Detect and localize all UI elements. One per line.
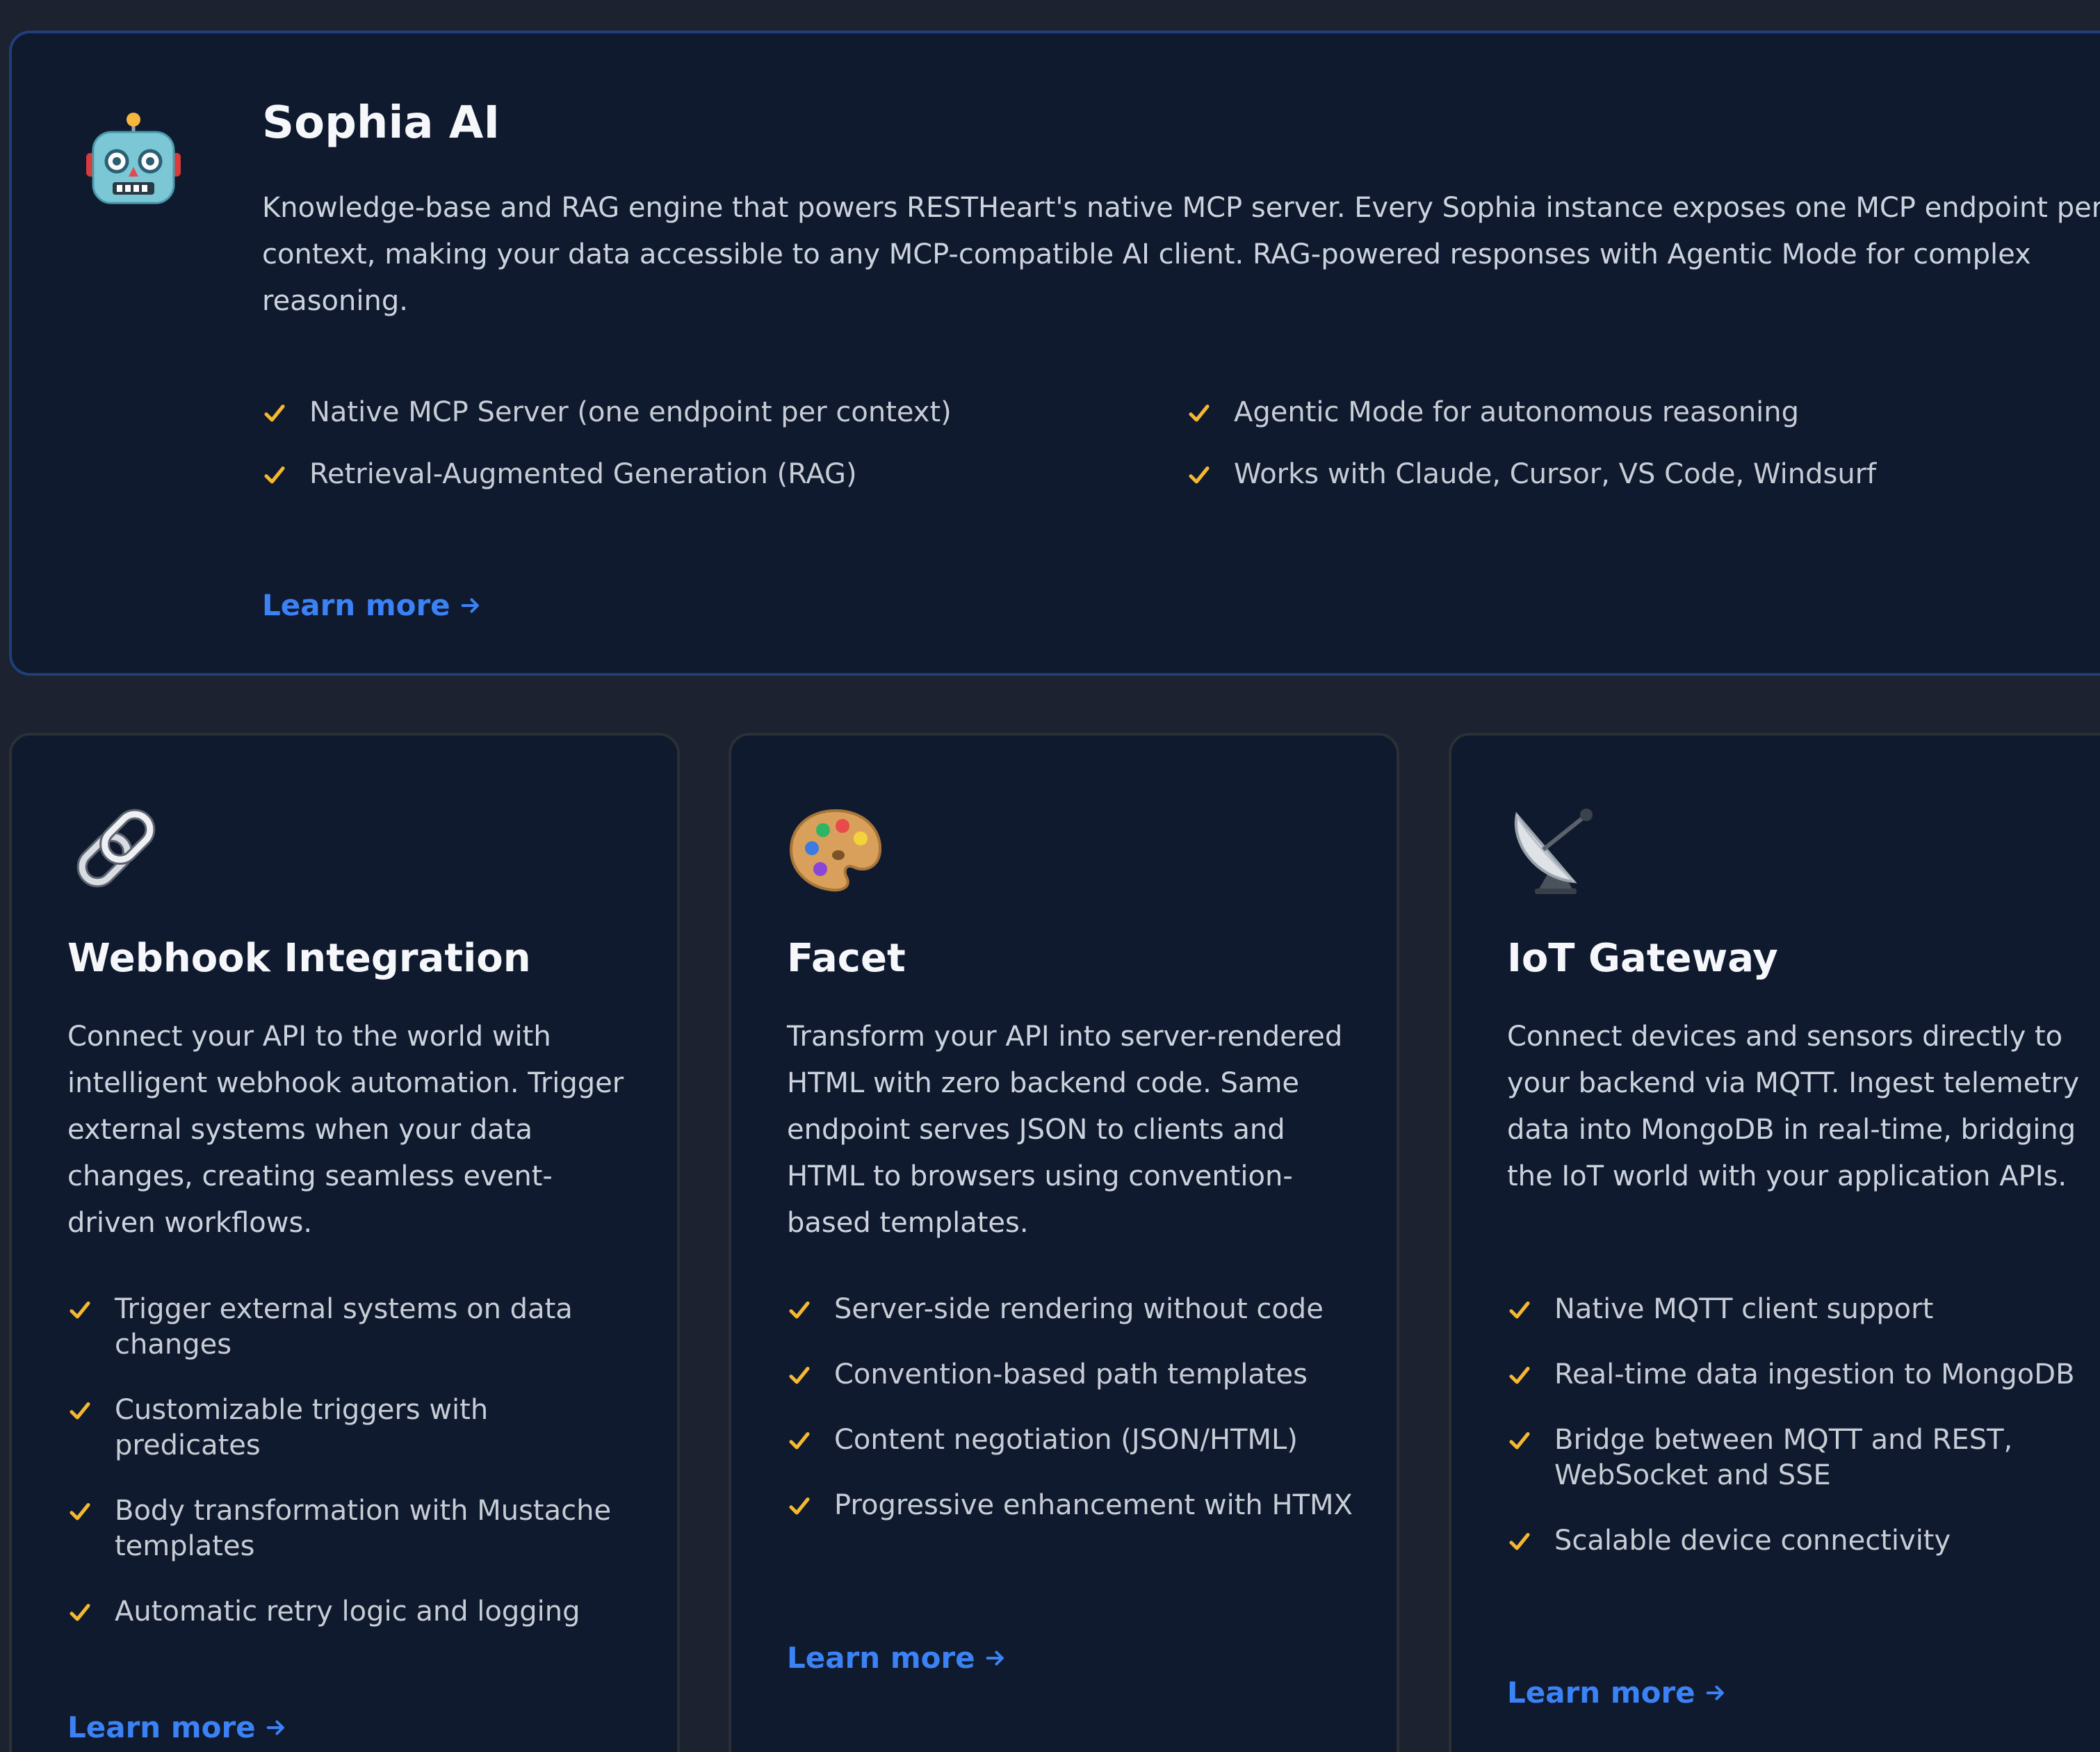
link-icon — [67, 800, 165, 897]
checkmark-icon — [787, 1422, 812, 1458]
card-title: Facet — [787, 936, 906, 981]
card-description: Connect your API to the world with intel… — [67, 1021, 624, 1239]
checkmark-icon — [787, 1488, 812, 1523]
feature-text: Server-side rendering without code — [834, 1293, 1324, 1325]
feature-item: Customizable triggers with predicates — [67, 1393, 637, 1463]
feature-item: Trigger external systems on data changes — [67, 1292, 637, 1363]
feature-item: Real-time data ingestion to MongoDB — [1507, 1357, 2091, 1393]
feature-text: Automatic retry logic and logging — [115, 1596, 580, 1628]
checkmark-icon — [1187, 395, 1212, 430]
feature-text: Native MQTT client support — [1554, 1293, 1934, 1325]
featured-card-sophia-ai: Sophia AI Knowledge-base and RAG engine … — [9, 31, 2100, 676]
feature-item: Native MCP Server (one endpoint per cont… — [262, 395, 1187, 430]
feature-item: Automatic retry logic and logging — [67, 1594, 637, 1630]
feature-item: Native MQTT client support — [1507, 1292, 2091, 1327]
checkmark-icon — [1507, 1523, 1532, 1559]
product-card-iot-gateway: IoT Gateway Connect devices and sensors … — [1449, 733, 2100, 1752]
feature-item: Body transformation with Mustache templa… — [67, 1493, 637, 1564]
feature-item: Convention-based path templates — [787, 1357, 1357, 1393]
product-card-webhook-integration: Webhook Integration Connect your API to … — [9, 733, 680, 1752]
feature-list: Trigger external systems on data changes… — [67, 1292, 637, 1630]
card-title: Sophia AI — [262, 97, 500, 149]
feature-text: Progressive enhancement with HTMX — [834, 1489, 1353, 1521]
checkmark-icon — [67, 1292, 92, 1327]
arrow-right-icon — [459, 594, 482, 617]
feature-text: Customizable triggers with predicates — [115, 1394, 489, 1461]
feature-text: Body transformation with Mustache templa… — [115, 1495, 612, 1562]
palette-icon — [787, 800, 884, 897]
learn-more-link[interactable]: Learn more — [262, 588, 482, 622]
feature-text: Agentic Mode for autonomous reasoning — [1234, 396, 1800, 428]
learn-more-link[interactable]: Learn more — [787, 1641, 1007, 1675]
learn-more-link[interactable]: Learn more — [1507, 1676, 1727, 1710]
checkmark-icon — [262, 395, 287, 430]
card-title: IoT Gateway — [1507, 936, 1778, 981]
checkmark-icon — [67, 1493, 92, 1529]
checkmark-icon — [1507, 1422, 1532, 1458]
feature-item: Works with Claude, Cursor, VS Code, Wind… — [1187, 457, 2100, 492]
arrow-right-icon — [984, 1646, 1007, 1670]
feature-item: Retrieval-Augmented Generation (RAG) — [262, 457, 1187, 492]
feature-text: Native MCP Server (one endpoint per cont… — [309, 396, 952, 428]
feature-item: Progressive enhancement with HTMX — [787, 1488, 1357, 1523]
checkmark-icon — [67, 1594, 92, 1630]
feature-text: Retrieval-Augmented Generation (RAG) — [309, 458, 857, 490]
card-title: Webhook Integration — [67, 936, 531, 981]
feature-item: Bridge between MQTT and REST, WebSocket … — [1507, 1422, 2091, 1493]
checkmark-icon — [1187, 457, 1212, 492]
checkmark-icon — [1507, 1292, 1532, 1327]
product-card-facet: Facet Transform your API into server-ren… — [729, 733, 1399, 1752]
learn-more-label: Learn more — [67, 1710, 256, 1744]
learn-more-label: Learn more — [1507, 1676, 1695, 1710]
learn-more-link[interactable]: Learn more — [67, 1710, 288, 1744]
checkmark-icon — [1507, 1357, 1532, 1393]
learn-more-label: Learn more — [787, 1641, 975, 1675]
feature-list: Native MCP Server (one endpoint per cont… — [262, 395, 2100, 492]
satellite-dish-icon — [1507, 800, 1604, 897]
feature-text: Trigger external systems on data changes — [115, 1293, 573, 1361]
feature-item: Agentic Mode for autonomous reasoning — [1187, 395, 2100, 430]
feature-item: Server-side rendering without code — [787, 1292, 1357, 1327]
arrow-right-icon — [264, 1716, 288, 1739]
feature-text: Scalable device connectivity — [1554, 1525, 1951, 1557]
feature-text: Bridge between MQTT and REST, WebSocket … — [1554, 1424, 2013, 1491]
robot-icon — [85, 110, 182, 207]
checkmark-icon — [262, 457, 287, 492]
feature-text: Content negotiation (JSON/HTML) — [834, 1424, 1298, 1456]
learn-more-label: Learn more — [262, 588, 450, 622]
feature-list: Native MQTT client support Real-time dat… — [1507, 1292, 2091, 1559]
checkmark-icon — [787, 1357, 812, 1393]
card-description: Transform your API into server-rendered … — [787, 1021, 1343, 1239]
arrow-right-icon — [1704, 1681, 1727, 1705]
card-description: Connect devices and sensors directly to … — [1507, 1021, 2079, 1192]
feature-text: Works with Claude, Cursor, VS Code, Wind… — [1234, 458, 1877, 490]
feature-list: Server-side rendering without code Conve… — [787, 1292, 1357, 1523]
feature-item: Scalable device connectivity — [1507, 1523, 2091, 1559]
feature-item: Content negotiation (JSON/HTML) — [787, 1422, 1357, 1458]
checkmark-icon — [67, 1393, 92, 1428]
checkmark-icon — [787, 1292, 812, 1327]
feature-text: Convention-based path templates — [834, 1358, 1308, 1390]
feature-text: Real-time data ingestion to MongoDB — [1554, 1358, 2075, 1390]
card-description: Knowledge-base and RAG engine that power… — [262, 192, 2100, 317]
